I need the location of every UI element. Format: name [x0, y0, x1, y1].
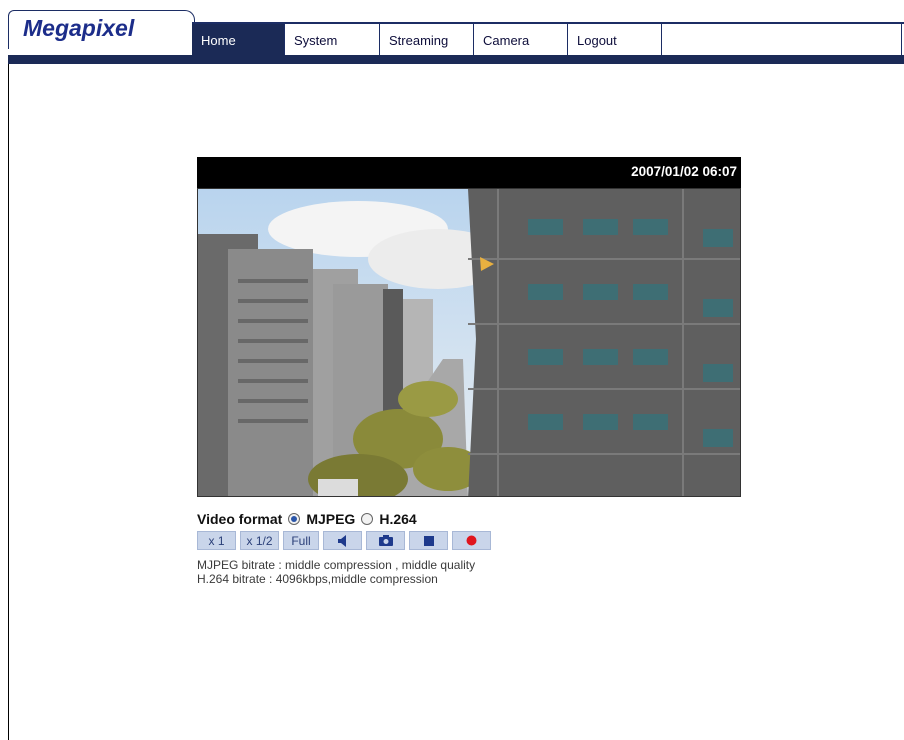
record-icon: [466, 535, 477, 546]
video-controls: x 1 x 1/2 Full: [197, 531, 491, 550]
header-bar: [8, 55, 904, 64]
h264-radio[interactable]: [361, 513, 374, 525]
video-frame-image: [198, 189, 740, 496]
logo-tab: Megapixel: [8, 10, 195, 49]
nav-camera[interactable]: Camera: [474, 24, 568, 55]
record-button[interactable]: [452, 531, 491, 550]
nav-logout[interactable]: Logout: [568, 24, 662, 55]
zoom-half-label: x 1/2: [246, 533, 273, 548]
stop-icon: [423, 535, 434, 546]
zoom-x1-label: x 1: [208, 533, 225, 548]
fullscreen-label: Full: [291, 533, 311, 548]
nav-system[interactable]: System: [285, 24, 380, 55]
nav-home[interactable]: Home: [192, 24, 285, 55]
logo: Megapixel: [23, 15, 135, 41]
mjpeg-label: MJPEG: [306, 511, 356, 527]
nav-spacer: [662, 24, 902, 55]
nav-streaming[interactable]: Streaming: [380, 24, 474, 55]
h264-bitrate-text: H.264 bitrate : 4096kbps,middle compress…: [197, 572, 438, 586]
h264-label: H.264: [379, 511, 417, 527]
bitrate-info: MJPEG bitrate : middle compression , mid…: [197, 558, 475, 586]
camera-icon: [378, 535, 393, 546]
snapshot-button[interactable]: [366, 531, 405, 550]
stop-button[interactable]: [409, 531, 448, 550]
timestamp-bar: 2007/01/02 06:07: [197, 157, 741, 188]
audio-button[interactable]: [323, 531, 362, 550]
main-nav: Home System Streaming Camera Logout: [192, 24, 902, 55]
mjpeg-bitrate-text: MJPEG bitrate : middle compression , mid…: [197, 558, 476, 572]
page-frame-line: [8, 60, 9, 740]
mjpeg-radio[interactable]: [288, 513, 301, 525]
timestamp: 2007/01/02 06:07: [631, 164, 737, 179]
fullscreen-button[interactable]: Full: [283, 531, 319, 550]
zoom-half-button[interactable]: x 1/2: [240, 531, 279, 550]
zoom-x1-button[interactable]: x 1: [197, 531, 236, 550]
speaker-icon: [337, 534, 346, 547]
live-video[interactable]: [197, 188, 741, 497]
video-format-selector: Video format MJPEG H.264: [197, 511, 417, 527]
video-format-label: Video format: [197, 511, 283, 527]
